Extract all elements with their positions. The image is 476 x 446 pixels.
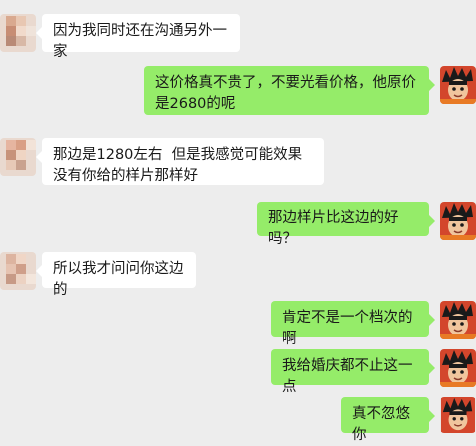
- pixelated-avatar-icon[interactable]: [0, 14, 36, 52]
- goku-avatar-icon[interactable]: [440, 301, 476, 339]
- message-bubble-outgoing[interactable]: 这价格真不贵了，不要光看价格，他原价是2680的呢: [144, 66, 435, 115]
- message-bubble-outgoing[interactable]: 那边样片比这边的好吗？: [257, 202, 435, 247]
- message-bubble-incoming[interactable]: 因为我同时还在沟通另外一家: [36, 14, 240, 60]
- message-bubble-outgoing[interactable]: 真不忽悠你: [341, 397, 435, 443]
- message-bubble-outgoing[interactable]: 肯定不是一个档次的啊: [271, 301, 435, 347]
- goku-avatar-icon[interactable]: [440, 66, 476, 104]
- goku-avatar-icon[interactable]: [440, 349, 476, 387]
- goku-avatar-icon[interactable]: [440, 397, 476, 433]
- message-bubble-outgoing[interactable]: 我给婚庆都不止这一点: [271, 349, 435, 395]
- message-bubble-incoming[interactable]: 所以我才问问你这边的: [36, 252, 196, 298]
- pixelated-avatar-icon[interactable]: [0, 138, 36, 176]
- goku-avatar-icon[interactable]: [440, 202, 476, 240]
- pixelated-avatar-icon[interactable]: [0, 252, 36, 290]
- message-bubble-incoming[interactable]: 那边是1280左右 但是我感觉可能效果没有你给的样片那样好: [36, 138, 324, 185]
- chat-message-list: 因为我同时还在沟通另外一家 这价格真不贵了，不要光看价格，他原价是2680的呢: [0, 0, 476, 443]
